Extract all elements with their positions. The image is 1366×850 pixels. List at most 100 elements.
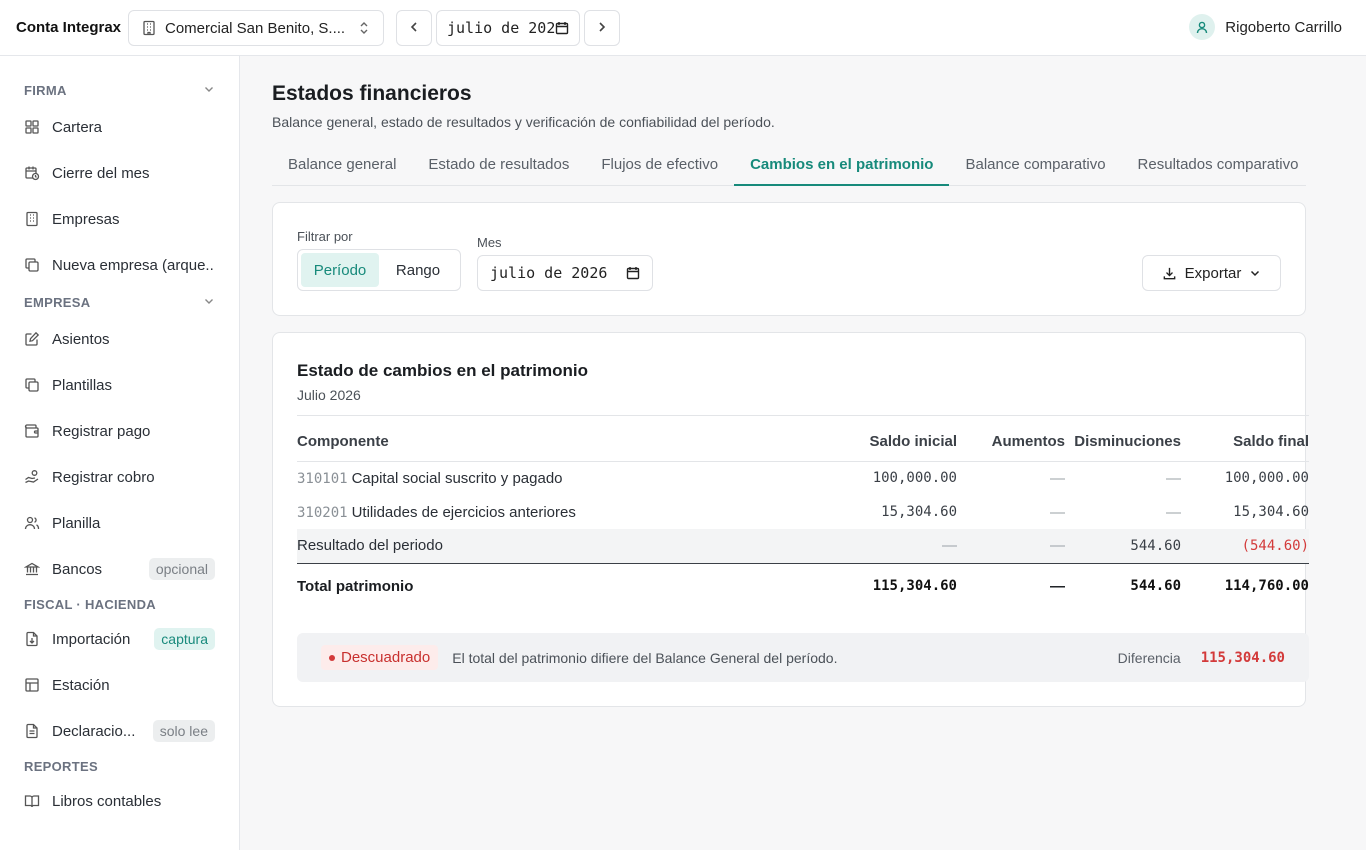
- section-header-firma[interactable]: FIRMA: [0, 80, 239, 100]
- increases-cell: —: [1050, 503, 1065, 521]
- reconciliation-status-bar: Descuadrado El total del patrimonio difi…: [297, 633, 1309, 682]
- sidebar-item-libros-contables[interactable]: Libros contables: [0, 778, 239, 824]
- initial-balance-cell: 100,000.00: [872, 470, 957, 487]
- total-initial-cell: 115,304.60: [872, 578, 957, 595]
- filter-option-periodo[interactable]: Período: [301, 253, 379, 287]
- report-tabs: Balance general Estado de resultados Flu…: [272, 148, 1306, 186]
- filter-mode-toggle: Período Rango: [297, 249, 461, 291]
- table-total-row: Total patrimonio 115,304.60 — 544.60 114…: [297, 563, 1309, 609]
- building-icon: [141, 20, 157, 36]
- initial-balance-cell: —: [767, 529, 957, 564]
- tab-balance-comparativo[interactable]: Balance comparativo: [949, 148, 1121, 186]
- account-code: 310201: [297, 504, 348, 521]
- month-input[interactable]: julio de 2026: [477, 255, 653, 291]
- building-icon: [24, 211, 40, 227]
- column-header: Saldo inicial: [767, 423, 957, 462]
- chevron-down-icon: [203, 83, 215, 98]
- month-label: Mes: [477, 235, 502, 250]
- previous-period-button[interactable]: [396, 10, 432, 46]
- section-title: EMPRESA: [24, 294, 91, 310]
- tab-estado-de-resultados[interactable]: Estado de resultados: [412, 148, 585, 186]
- period-date-value: julio de 2026: [447, 19, 559, 37]
- column-header: Saldo final: [1181, 423, 1309, 462]
- main-content: Estados financieros Balance general, est…: [240, 56, 1366, 850]
- divider: [297, 415, 1309, 416]
- sidebar-item-nueva-empresa[interactable]: Nueva empresa (arque...: [0, 242, 239, 288]
- column-header: Componente: [297, 423, 767, 462]
- period-date-input[interactable]: julio de 2026: [436, 10, 580, 46]
- book-icon: [24, 793, 40, 809]
- tab-resultados-comparativo[interactable]: Resultados comparativo: [1122, 148, 1315, 186]
- edit-icon: [24, 331, 40, 347]
- sidebar-item-label: Declaracio...: [52, 722, 136, 740]
- filter-option-rango[interactable]: Rango: [379, 253, 457, 287]
- app-brand: Conta Integrax: [16, 19, 122, 36]
- user-menu[interactable]: Rigoberto Carrillo: [1189, 14, 1342, 40]
- company-selector[interactable]: Comercial San Benito, S....: [128, 10, 384, 46]
- export-button[interactable]: Exportar: [1142, 255, 1281, 291]
- sidebar-item-cierre-del-mes[interactable]: Cierre del mes: [0, 150, 239, 196]
- next-period-button[interactable]: [584, 10, 620, 46]
- section-header-fiscal-hacienda: FISCAL · HACIENDA: [0, 594, 239, 614]
- status-dot-icon: [329, 654, 335, 661]
- section-title: REPORTES: [24, 758, 98, 774]
- sidebar-item-label: Asientos: [52, 330, 110, 348]
- copy-icon: [24, 377, 40, 393]
- component-cell: Resultado del periodo: [297, 529, 767, 564]
- chevron-down-icon: [203, 295, 215, 310]
- users-icon: [24, 515, 40, 531]
- report-period: Julio 2026: [297, 387, 361, 403]
- sidebar-item-label: Registrar pago: [52, 422, 151, 440]
- sidebar-item-importacion[interactable]: Importación captura: [0, 616, 239, 662]
- tab-balance-general[interactable]: Balance general: [272, 148, 412, 186]
- sidebar-item-asientos[interactable]: Asientos: [0, 316, 239, 362]
- sidebar-item-label: Planilla: [52, 514, 101, 532]
- hand-coins-icon: [24, 469, 40, 485]
- account-name: Capital social suscrito y pagado: [351, 469, 563, 487]
- column-header: Disminuciones: [1065, 423, 1181, 462]
- sidebar-item-empresas[interactable]: Empresas: [0, 196, 239, 242]
- calendar-icon[interactable]: [626, 266, 640, 280]
- difference-value: 115,304.60: [1200, 649, 1285, 666]
- tab-flujos-de-efectivo[interactable]: Flujos de efectivo: [585, 148, 734, 186]
- page-title: Estados financieros: [272, 82, 472, 105]
- download-icon: [1162, 266, 1177, 281]
- chevron-down-icon: [1249, 267, 1261, 279]
- sidebar-item-declaraciones[interactable]: Declaracio... solo lee: [0, 708, 239, 754]
- capture-badge: captura: [154, 628, 215, 650]
- grid-icon: [24, 119, 40, 135]
- initial-balance-cell: 15,304.60: [881, 504, 957, 520]
- account-code: 310101: [297, 470, 348, 487]
- calendar-icon[interactable]: [555, 21, 569, 35]
- sidebar-item-plantillas[interactable]: Plantillas: [0, 362, 239, 408]
- filter-card: Filtrar por Período Rango Mes julio de 2…: [272, 202, 1306, 316]
- total-increases-cell: —: [1050, 577, 1065, 595]
- table-icon: [24, 677, 40, 693]
- sidebar-item-label: Bancos: [52, 560, 103, 578]
- sidebar-item-label: Nueva empresa (arque...: [52, 256, 215, 274]
- decreases-cell: —: [1166, 503, 1181, 521]
- user-avatar-icon: [1189, 14, 1216, 40]
- section-header-reportes: REPORTES: [0, 756, 239, 776]
- column-header: Aumentos: [957, 423, 1065, 462]
- copy-icon: [24, 257, 40, 273]
- sidebar-item-label: Registrar cobro: [52, 468, 155, 486]
- component-cell: 310101 Capital social suscrito y pagado: [297, 461, 767, 495]
- total-final-cell: 114,760.00: [1224, 578, 1309, 595]
- file-text-icon: [24, 723, 40, 739]
- sidebar-item-cartera[interactable]: Cartera: [0, 104, 239, 150]
- section-header-empresa[interactable]: EMPRESA: [0, 292, 239, 312]
- status-label: Descuadrado: [341, 649, 431, 666]
- file-import-icon: [24, 631, 40, 647]
- sidebar-item-estacion[interactable]: Estación: [0, 662, 239, 708]
- table-row-period-result: Resultado del periodo — — 544.60 (544.60…: [297, 529, 1309, 564]
- sidebar-item-planilla[interactable]: Planilla: [0, 500, 239, 546]
- status-message: El total del patrimonio difiere del Bala…: [452, 649, 838, 666]
- optional-badge: opcional: [148, 558, 215, 580]
- tab-cambios-en-el-patrimonio[interactable]: Cambios en el patrimonio: [734, 148, 950, 186]
- sidebar-item-bancos[interactable]: Bancos opcional: [0, 546, 239, 592]
- wallet-icon: [24, 423, 40, 439]
- sidebar-item-registrar-pago[interactable]: Registrar pago: [0, 408, 239, 454]
- sidebar-item-registrar-cobro[interactable]: Registrar cobro: [0, 454, 239, 500]
- table-row: 310201 Utilidades de ejercicios anteriore…: [297, 495, 1309, 529]
